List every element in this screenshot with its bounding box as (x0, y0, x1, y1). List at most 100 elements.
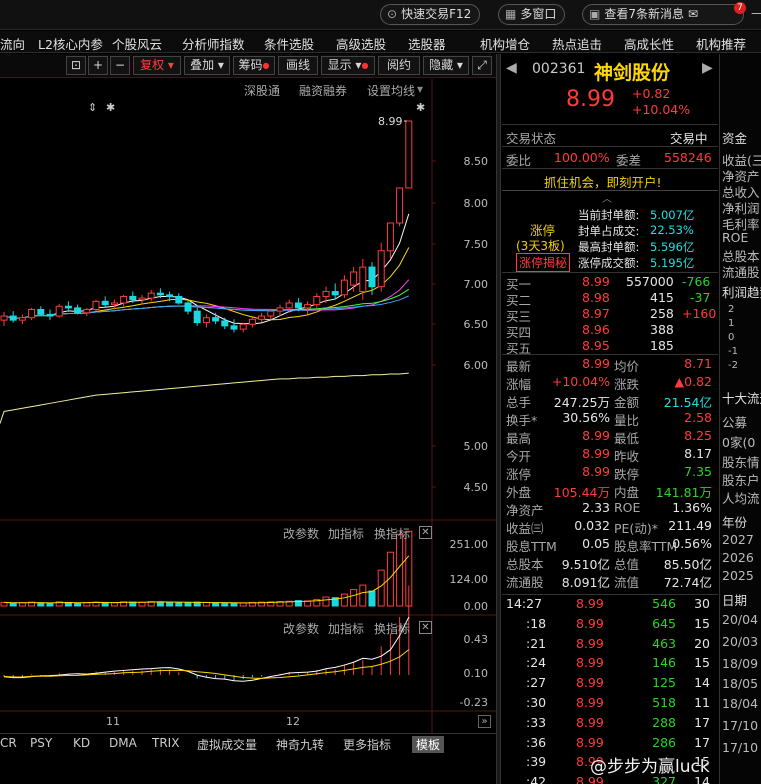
prev-stock-icon[interactable]: ◀ (506, 60, 517, 76)
tick-time: 14:27 (506, 596, 543, 611)
stat-value: +10.04% (551, 374, 610, 389)
candle-body (28, 309, 36, 319)
volume-bar (221, 602, 229, 607)
volume-bar (212, 602, 220, 607)
volume-bar (46, 602, 54, 607)
finance-item: 股东情 (722, 455, 760, 470)
menu-item-recommend[interactable]: 机构推荐 (696, 34, 746, 53)
volume-bar (83, 602, 91, 607)
tab-virtual-volume[interactable]: 虚拟成交量 (197, 736, 257, 753)
menu-item-selector[interactable]: 选股器 (408, 34, 446, 53)
candle-body (276, 307, 284, 312)
menu-item-hotspot[interactable]: 热点追击 (552, 34, 602, 53)
ma-dropdown-icon[interactable]: ▾ (417, 82, 423, 96)
ind-tick-label: 0.43 (464, 633, 489, 646)
multi-window-button[interactable]: ▦ 多窗口 (498, 4, 566, 25)
quick-trade-button[interactable]: ⊙ 快速交易F12 (380, 4, 481, 25)
stat-row: 总手 247.25万 金额 21.54亿 (502, 392, 718, 410)
finance-item: 年份 (722, 515, 748, 530)
marker-star-icon: ✱ (416, 101, 425, 114)
menu-item-l2[interactable]: L2核心内参 (38, 34, 103, 53)
candle-body (83, 309, 91, 314)
tick-volume: 146 (652, 655, 676, 671)
stat-value: 2.58 (684, 410, 712, 425)
scroll-right-icon[interactable]: » (478, 715, 491, 728)
menu-item-stock-news[interactable]: 个股风云 (112, 34, 162, 53)
ind-edit-params[interactable]: 改参数 (283, 620, 319, 637)
mail-icon: ✉ (687, 7, 699, 21)
kline-chart-area[interactable]: 8.50 8.00 7.50 7.00 6.50 6.00 5.00 4.50 8.99 ⇕ ✱ ✱ 2… (0, 79, 496, 734)
candle-body (175, 295, 183, 304)
hide-dropdown[interactable]: 隐藏 ▾ (423, 56, 469, 75)
tab-more-indicators[interactable]: 更多指标 (343, 736, 391, 753)
menu-item-advanced[interactable]: 高级选股 (336, 34, 386, 53)
contract-button[interactable]: 阅约 (378, 56, 420, 75)
tab-kd[interactable]: KD (73, 736, 90, 750)
candle-body (202, 317, 210, 324)
next-stock-icon[interactable]: ▶ (702, 60, 713, 76)
stat-label: 总值 (614, 557, 640, 572)
ind-add-indicator[interactable]: 加指标 (328, 620, 364, 637)
margin-link[interactable]: 融资融券 (299, 82, 347, 99)
panel-splitter[interactable] (496, 54, 501, 784)
chips-button[interactable]: 筹码● (233, 56, 275, 75)
fullscreen-icon[interactable]: ⤢ (472, 56, 492, 75)
menu-item-institution-add[interactable]: 机构增仓 (480, 34, 530, 53)
finance-item: 17/10 (722, 740, 759, 755)
zoom-out-icon[interactable]: − (110, 56, 130, 75)
finance-item: 2025 (722, 568, 754, 583)
tick-row: :24 8.99 146 15 (502, 655, 718, 673)
tab-template[interactable]: 模板 (412, 736, 445, 753)
overlay-dropdown[interactable]: 叠加 ▾ (184, 56, 230, 75)
tab-psy[interactable]: PSY (30, 736, 52, 750)
price-change: +0.82 (632, 86, 671, 101)
menu-item-condition[interactable]: 条件选股 (264, 34, 314, 53)
finance-column: 资金收益(三净资产总收入净利润毛利率ROE总股本流通股利润趋势210-1-2十大… (719, 54, 761, 784)
tick-volume: 125 (652, 675, 676, 691)
candle-body (322, 291, 330, 297)
finance-item: 人均流 (722, 491, 760, 506)
vol-add-indicator[interactable]: 加指标 (328, 525, 364, 542)
ind-change-indicator[interactable]: 换指标 (374, 620, 410, 637)
menu-item-analyst[interactable]: 分析师指数 (182, 34, 245, 53)
candle-body (18, 317, 26, 321)
stat-value: 21.54亿 (663, 395, 712, 410)
tick-row: 14:27 8.99 546 30 (502, 596, 718, 614)
finance-item: 0 (728, 332, 735, 343)
tick-row: :18 8.99 645 15 (502, 616, 718, 634)
display-dropdown[interactable]: 显示 ▾● (321, 56, 375, 75)
menu-item-flow[interactable]: 流向 (0, 34, 25, 53)
vol-edit-params[interactable]: 改参数 (283, 525, 319, 542)
hk-connect-link[interactable]: 深股通 (244, 82, 280, 99)
set-ma-link[interactable]: 设置均线 (367, 82, 415, 99)
tab-trix[interactable]: TRIX (152, 736, 179, 750)
stat-value: 8.17 (684, 446, 712, 461)
vol-change-indicator[interactable]: 换指标 (374, 525, 410, 542)
minimize-icon[interactable]: — (751, 6, 761, 21)
open-account-row[interactable]: 抓住机会，即刻开户! (502, 172, 718, 190)
tab-magic-nine[interactable]: 神奇九转 (276, 736, 324, 753)
stat-label: 股息率TTM (614, 539, 678, 554)
messages-button[interactable]: ▣ 查看7条新消息 ✉ (582, 4, 744, 25)
stat-value: 8.71 (684, 356, 712, 371)
volume-bar (175, 602, 183, 607)
ind-close-icon[interactable]: ✕ (419, 621, 432, 634)
stat-label: 流通股 (506, 575, 544, 590)
tick-count: 15 (694, 615, 710, 631)
fuquan-dropdown[interactable]: 复权 ▾ (133, 56, 181, 75)
menu-item-growth[interactable]: 高成长性 (624, 34, 674, 53)
stat-label: 涨幅 (506, 377, 532, 392)
tab-cr[interactable]: CR (0, 736, 17, 750)
draw-line-button[interactable]: 画线 (278, 56, 318, 75)
stat-label: 跌停 (614, 467, 640, 482)
kline-svg[interactable]: 8.50 8.00 7.50 7.00 6.50 6.00 5.00 4.50 8.99 ⇕ ✱ ✱ 2… (0, 79, 496, 734)
vol-close-icon[interactable]: ✕ (419, 526, 432, 539)
lock-icon[interactable]: ⊡ (66, 56, 86, 75)
finance-item: 十大流通 (722, 391, 761, 406)
candle-body (386, 222, 394, 252)
collapse-icon[interactable]: ︿ (602, 190, 612, 205)
tick-row: :33 8.99 288 17 (502, 715, 718, 733)
tab-dma[interactable]: DMA (109, 736, 137, 750)
price-tick-label: 6.50 (464, 318, 489, 331)
zoom-in-icon[interactable]: + (88, 56, 108, 75)
